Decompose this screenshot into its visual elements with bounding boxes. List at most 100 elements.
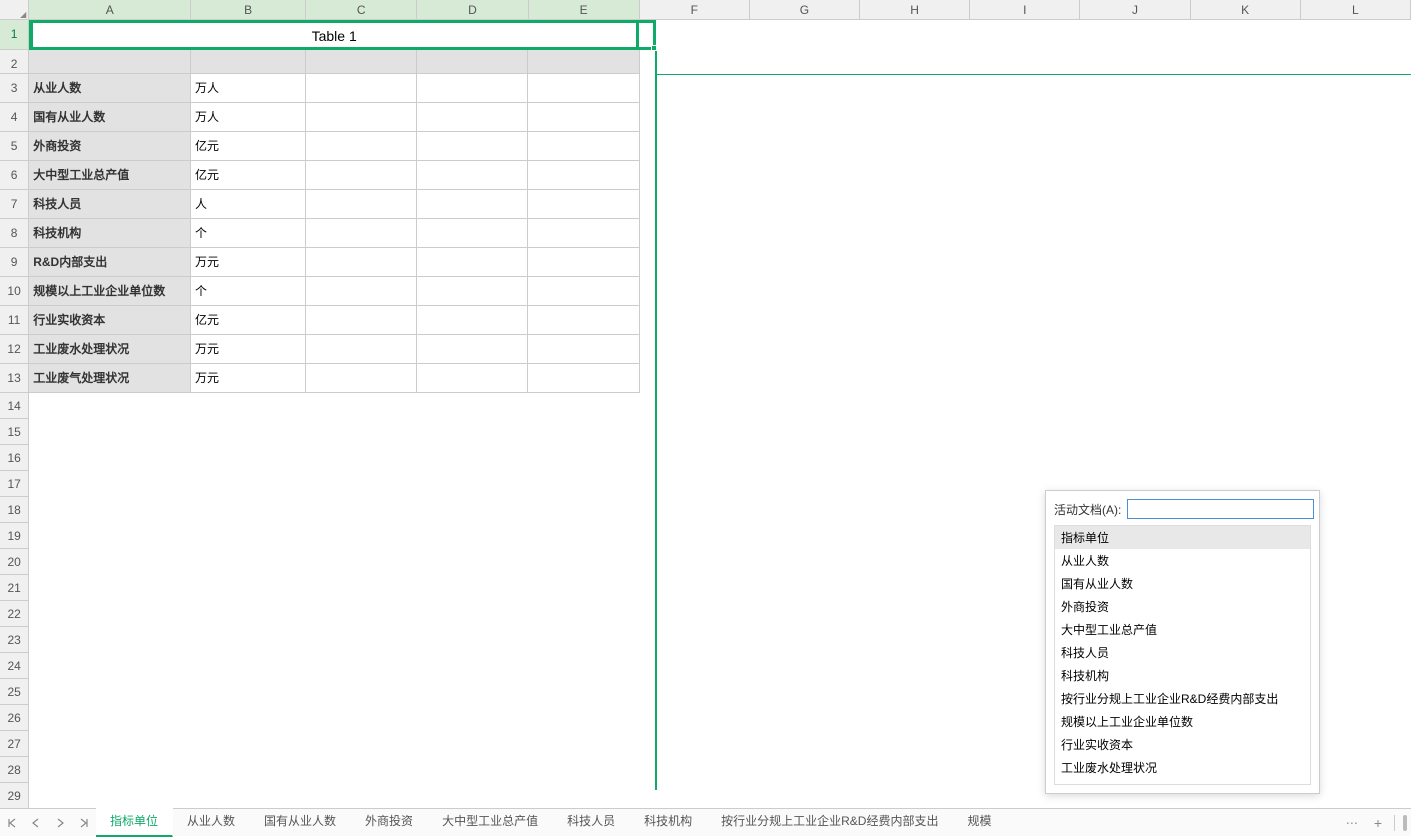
cell-C16[interactable]: [306, 445, 417, 471]
cell-A15[interactable]: [29, 419, 191, 445]
cell-D5[interactable]: [417, 132, 528, 161]
cell-B6[interactable]: 亿元: [191, 161, 306, 190]
cell-E28[interactable]: [528, 757, 639, 783]
cell-C29[interactable]: [306, 783, 417, 808]
cell-E6[interactable]: [528, 161, 639, 190]
cell-A18[interactable]: [29, 497, 191, 523]
cell-E10[interactable]: [528, 277, 639, 306]
col-header-K[interactable]: K: [1191, 0, 1301, 19]
cell-J14[interactable]: [1080, 393, 1190, 419]
cell-A23[interactable]: [29, 627, 191, 653]
cell-H17[interactable]: [860, 471, 970, 497]
cell-B23[interactable]: [191, 627, 306, 653]
cell-C6[interactable]: [306, 161, 417, 190]
cell-F19[interactable]: [640, 523, 750, 549]
row-header-5[interactable]: 5: [0, 132, 29, 161]
cell-C3[interactable]: [306, 74, 417, 103]
cell-E17[interactable]: [528, 471, 639, 497]
row-header-26[interactable]: 26: [0, 705, 29, 731]
cell-H21[interactable]: [860, 575, 970, 601]
cell-A6[interactable]: 大中型工业总产值: [29, 161, 191, 190]
cell-F21[interactable]: [640, 575, 750, 601]
col-header-B[interactable]: B: [191, 0, 306, 19]
cell-B27[interactable]: [191, 731, 306, 757]
sheet-tab[interactable]: 从业人数: [173, 808, 250, 837]
row-header-1[interactable]: 1: [0, 20, 29, 50]
document-list[interactable]: 指标单位从业人数国有从业人数外商投资大中型工业总产值科技人员科技机构按行业分规上…: [1054, 525, 1311, 785]
row-header-4[interactable]: 4: [0, 103, 29, 132]
cell-D10[interactable]: [417, 277, 528, 306]
cell-B12[interactable]: 万元: [191, 335, 306, 364]
cell-H19[interactable]: [860, 523, 970, 549]
cell-F27[interactable]: [640, 731, 750, 757]
cell-A9[interactable]: R&D内部支出: [29, 248, 191, 277]
cell-D8[interactable]: [417, 219, 528, 248]
cell-C20[interactable]: [306, 549, 417, 575]
cell-A10[interactable]: 规模以上工业企业单位数: [29, 277, 191, 306]
cell-H20[interactable]: [860, 549, 970, 575]
cell-A2[interactable]: [29, 50, 191, 74]
cell-E27[interactable]: [528, 731, 639, 757]
cell-E3[interactable]: [528, 74, 639, 103]
cell-D14[interactable]: [417, 393, 528, 419]
cell-G17[interactable]: [750, 471, 860, 497]
cell-C24[interactable]: [306, 653, 417, 679]
horizontal-scroll-splitter[interactable]: [1399, 815, 1411, 831]
cell-C7[interactable]: [306, 190, 417, 219]
cell-D4[interactable]: [417, 103, 528, 132]
cell-B26[interactable]: [191, 705, 306, 731]
col-header-G[interactable]: G: [750, 0, 860, 19]
cell-A26[interactable]: [29, 705, 191, 731]
tab-add-button[interactable]: +: [1366, 815, 1390, 831]
cell-A8[interactable]: 科技机构: [29, 219, 191, 248]
cell-B5[interactable]: 亿元: [191, 132, 306, 161]
document-list-item[interactable]: 从业人数: [1055, 549, 1310, 572]
cell-A19[interactable]: [29, 523, 191, 549]
cell-A21[interactable]: [29, 575, 191, 601]
cell-B8[interactable]: 个: [191, 219, 306, 248]
cell-D3[interactable]: [417, 74, 528, 103]
row-header-11[interactable]: 11: [0, 306, 29, 335]
cell-D18[interactable]: [417, 497, 528, 523]
cell-E11[interactable]: [528, 306, 639, 335]
cell-G18[interactable]: [750, 497, 860, 523]
cell-E20[interactable]: [528, 549, 639, 575]
cell-F17[interactable]: [640, 471, 750, 497]
row-header-15[interactable]: 15: [0, 419, 29, 445]
tab-nav-next[interactable]: [48, 809, 72, 837]
active-document-input[interactable]: [1127, 499, 1314, 519]
cell-B16[interactable]: [191, 445, 306, 471]
cell-B24[interactable]: [191, 653, 306, 679]
cell-I14[interactable]: [970, 393, 1080, 419]
cell-H18[interactable]: [860, 497, 970, 523]
cell-C17[interactable]: [306, 471, 417, 497]
cell-A4[interactable]: 国有从业人数: [29, 103, 191, 132]
cell-J16[interactable]: [1080, 445, 1190, 471]
cell-C5[interactable]: [306, 132, 417, 161]
row-header-24[interactable]: 24: [0, 653, 29, 679]
cell-D9[interactable]: [417, 248, 528, 277]
cell-J15[interactable]: [1080, 419, 1190, 445]
row-header-2[interactable]: 2: [0, 50, 29, 74]
cell-B22[interactable]: [191, 601, 306, 627]
cell-D22[interactable]: [417, 601, 528, 627]
cell-G22[interactable]: [750, 601, 860, 627]
row-header-20[interactable]: 20: [0, 549, 29, 575]
cell-D2[interactable]: [417, 50, 528, 74]
cell-A16[interactable]: [29, 445, 191, 471]
cell-H26[interactable]: [860, 705, 970, 731]
cell-D7[interactable]: [417, 190, 528, 219]
cell-A28[interactable]: [29, 757, 191, 783]
cell-B3[interactable]: 万人: [191, 74, 306, 103]
cell-I16[interactable]: [970, 445, 1080, 471]
row-header-17[interactable]: 17: [0, 471, 29, 497]
cell-D26[interactable]: [417, 705, 528, 731]
row-header-9[interactable]: 9: [0, 248, 29, 277]
cell-E16[interactable]: [528, 445, 639, 471]
cell-B15[interactable]: [191, 419, 306, 445]
cell-B7[interactable]: 人: [191, 190, 306, 219]
cell-H29[interactable]: [860, 783, 970, 808]
cell-B25[interactable]: [191, 679, 306, 705]
sheet-tab[interactable]: 大中型工业总产值: [428, 808, 553, 837]
document-list-item[interactable]: 科技机构: [1055, 664, 1310, 687]
